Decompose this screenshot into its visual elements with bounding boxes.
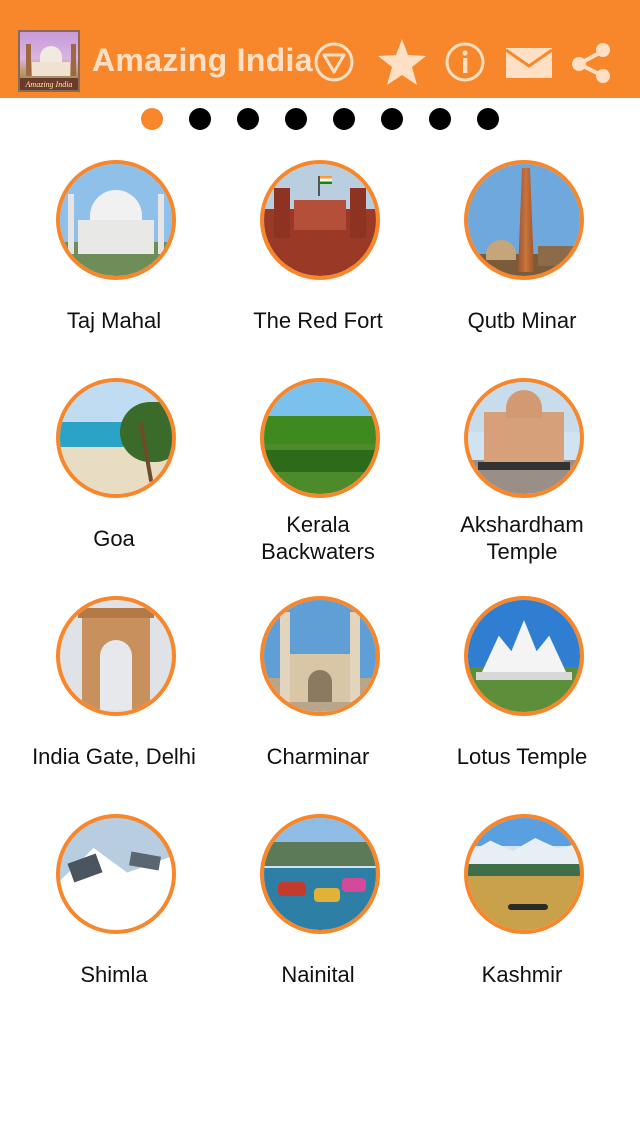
- india-gate-thumbnail: [56, 596, 176, 716]
- place-goa[interactable]: Goa: [12, 378, 216, 596]
- goa-thumbnail: [56, 378, 176, 498]
- place-taj-mahal[interactable]: Taj Mahal: [12, 160, 216, 378]
- red-fort-thumbnail: [260, 160, 380, 280]
- app-title: Amazing India: [92, 42, 313, 78]
- place-charminar[interactable]: Charminar: [216, 596, 420, 814]
- place-nainital[interactable]: Nainital: [216, 814, 420, 1032]
- page-dot-3[interactable]: [237, 108, 259, 130]
- kerala-thumbnail: [260, 378, 380, 498]
- place-kerala-backwaters[interactable]: Kerala Backwaters: [216, 378, 420, 596]
- place-shimla[interactable]: Shimla: [12, 814, 216, 1032]
- place-label: Qutb Minar: [467, 307, 577, 333]
- place-qutb-minar[interactable]: Qutb Minar: [420, 160, 624, 378]
- app-logo-text: Amazing India: [25, 80, 73, 89]
- info-icon[interactable]: [442, 38, 488, 86]
- shimla-thumbnail: [56, 814, 176, 934]
- place-label: Akshardham Temple: [460, 512, 584, 564]
- place-label: Kashmir: [481, 961, 563, 987]
- page-indicator[interactable]: [0, 108, 640, 132]
- page-dot-2[interactable]: [189, 108, 211, 130]
- place-kashmir[interactable]: Kashmir: [420, 814, 624, 1032]
- place-label: India Gate, Delhi: [32, 743, 196, 769]
- place-label: Charminar: [266, 743, 370, 769]
- place-label: Goa: [93, 525, 135, 551]
- app-header: Amazing India Amazing India: [0, 0, 640, 98]
- page-dot-6[interactable]: [381, 108, 403, 130]
- filter-icon[interactable]: [312, 38, 356, 86]
- nainital-thumbnail: [260, 814, 380, 934]
- app-logo: Amazing India: [18, 30, 80, 92]
- kashmir-thumbnail: [464, 814, 584, 934]
- place-lotus-temple[interactable]: Lotus Temple: [420, 596, 624, 814]
- mail-icon[interactable]: [504, 38, 554, 86]
- lotus-temple-thumbnail: [464, 596, 584, 716]
- page-dot-8[interactable]: [477, 108, 499, 130]
- place-label: Taj Mahal: [66, 307, 162, 333]
- place-label: Shimla: [80, 961, 148, 987]
- akshardham-thumbnail: [464, 378, 584, 498]
- page-dot-4[interactable]: [285, 108, 307, 130]
- qutb-minar-thumbnail: [464, 160, 584, 280]
- place-label: The Red Fort: [253, 307, 383, 333]
- place-label: Lotus Temple: [456, 743, 588, 769]
- page-dot-5[interactable]: [333, 108, 355, 130]
- place-label: Kerala Backwaters: [261, 512, 375, 564]
- taj-mahal-thumbnail: [56, 160, 176, 280]
- page-dot-1[interactable]: [141, 108, 163, 130]
- place-red-fort[interactable]: The Red Fort: [216, 160, 420, 378]
- place-akshardham-temple[interactable]: Akshardham Temple: [420, 378, 624, 596]
- page-dot-7[interactable]: [429, 108, 451, 130]
- place-label: Nainital: [281, 961, 355, 987]
- charminar-thumbnail: [260, 596, 380, 716]
- star-icon[interactable]: [376, 38, 428, 86]
- place-india-gate[interactable]: India Gate, Delhi: [12, 596, 216, 814]
- share-icon[interactable]: [568, 38, 614, 86]
